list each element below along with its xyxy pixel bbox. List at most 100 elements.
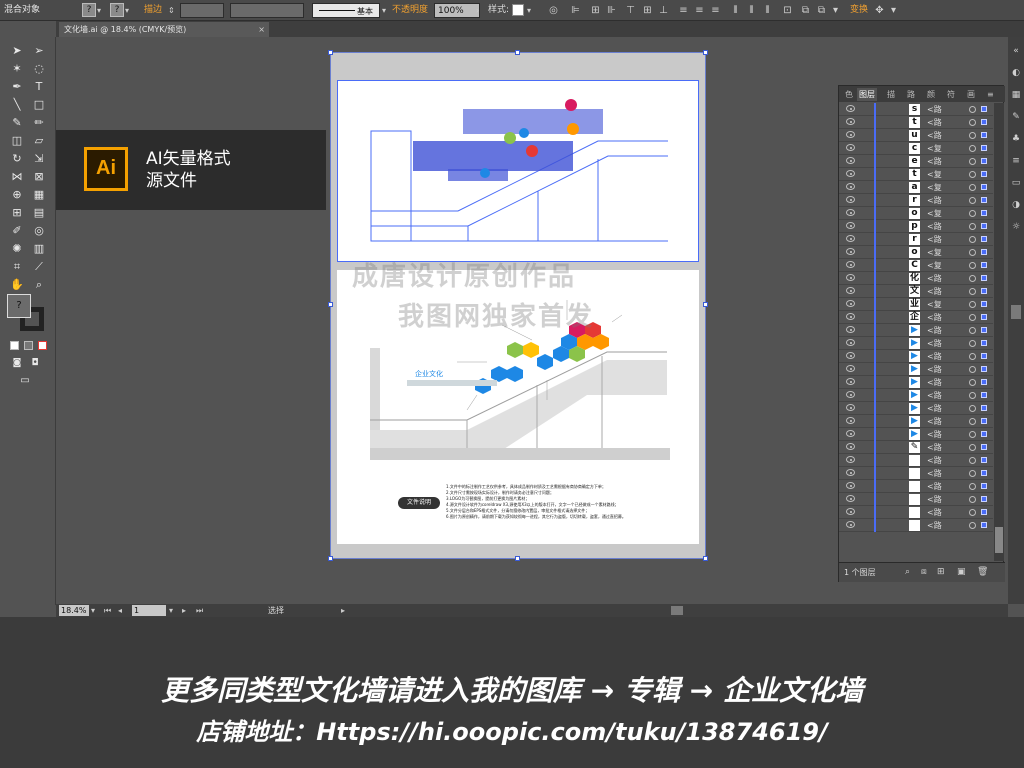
artboard-tool-icon[interactable]: ⌗ xyxy=(8,259,26,275)
layer-name[interactable]: <路 xyxy=(927,311,942,324)
layer-name[interactable]: <路 xyxy=(927,441,942,454)
align-vcenter-icon[interactable]: ⊞ xyxy=(642,3,653,18)
locate-object-icon[interactable]: ⌕ xyxy=(905,563,910,582)
layer-row[interactable]: ✎ <路 xyxy=(839,441,993,454)
free-transform-icon[interactable]: ⊠ xyxy=(30,169,48,185)
document-tab[interactable]: 文化墙.ai @ 18.4% (CMYK/预览) × xyxy=(59,22,269,37)
eraser-icon[interactable]: ▱ xyxy=(30,133,48,149)
layer-row[interactable]: ▶ <路 xyxy=(839,324,993,337)
variable-width-profile[interactable] xyxy=(230,3,304,18)
visibility-eye-icon[interactable] xyxy=(846,430,855,437)
new-sublayer-icon[interactable]: ⊞ xyxy=(937,563,945,582)
selection-indicator[interactable] xyxy=(981,301,987,307)
layer-name[interactable]: <路 xyxy=(927,506,942,519)
distribute-hcenter-icon[interactable]: ⫴ xyxy=(746,3,757,18)
scroll-thumb[interactable] xyxy=(671,606,683,615)
visibility-eye-icon[interactable] xyxy=(846,313,855,320)
selection-indicator[interactable] xyxy=(981,366,987,372)
layer-name[interactable]: <路 xyxy=(927,415,942,428)
layer-name[interactable]: <路 xyxy=(927,129,942,142)
selection-handle[interactable] xyxy=(703,302,708,307)
layer-row[interactable]: ▶ <路 xyxy=(839,337,993,350)
target-circle-icon[interactable] xyxy=(969,210,976,217)
chevron-right-icon[interactable]: › xyxy=(476,3,485,18)
selection-indicator[interactable] xyxy=(981,262,987,268)
selection-indicator[interactable] xyxy=(981,457,987,463)
visibility-eye-icon[interactable] xyxy=(846,157,855,164)
brushes-panel-icon[interactable]: ✎ xyxy=(1010,111,1022,123)
selection-indicator[interactable] xyxy=(981,431,987,437)
target-circle-icon[interactable] xyxy=(969,223,976,230)
layer-name[interactable]: <复 xyxy=(927,168,942,181)
swatches-panel-icon[interactable]: ▦ xyxy=(1010,89,1022,101)
target-circle-icon[interactable] xyxy=(969,236,976,243)
target-circle-icon[interactable] xyxy=(969,379,976,386)
target-circle-icon[interactable] xyxy=(969,392,976,399)
tab-swatches[interactable]: 颜 xyxy=(925,88,937,101)
layer-row[interactable]: u <路 xyxy=(839,129,993,142)
tab-pathfinder[interactable]: 路 xyxy=(905,88,917,101)
target-circle-icon[interactable] xyxy=(969,418,976,425)
first-artboard-icon[interactable]: ⏮ xyxy=(104,604,111,617)
color-mode-icon[interactable] xyxy=(10,341,19,350)
layer-name[interactable]: <路 xyxy=(927,116,942,129)
layer-name[interactable]: <路 xyxy=(927,376,942,389)
visibility-eye-icon[interactable] xyxy=(846,183,855,190)
chevron-down-icon[interactable]: ▾ xyxy=(91,604,95,617)
layer-row[interactable]: 企 <路 xyxy=(839,311,993,324)
target-circle-icon[interactable] xyxy=(969,483,976,490)
isolate-icon[interactable]: ✥ xyxy=(874,3,885,18)
chevron-down-icon[interactable]: ▾ xyxy=(527,3,536,18)
selection-indicator[interactable] xyxy=(981,184,987,190)
selection-indicator[interactable] xyxy=(981,483,987,489)
target-circle-icon[interactable] xyxy=(969,171,976,178)
brush-definition-dropdown[interactable]: 基本 xyxy=(312,3,380,18)
visibility-eye-icon[interactable] xyxy=(846,274,855,281)
layer-name[interactable]: <路 xyxy=(927,324,942,337)
target-circle-icon[interactable] xyxy=(969,132,976,139)
selection-indicator[interactable] xyxy=(981,288,987,294)
selection-indicator[interactable] xyxy=(981,418,987,424)
visibility-eye-icon[interactable] xyxy=(846,131,855,138)
distribute-top-icon[interactable]: ≡ xyxy=(678,3,689,18)
layer-row[interactable]: o <复 xyxy=(839,207,993,220)
type-tool-icon[interactable]: T xyxy=(30,79,48,95)
target-circle-icon[interactable] xyxy=(969,457,976,464)
layer-name[interactable]: <路 xyxy=(927,285,942,298)
visibility-eye-icon[interactable] xyxy=(846,196,855,203)
selection-indicator[interactable] xyxy=(981,379,987,385)
visibility-eye-icon[interactable] xyxy=(846,300,855,307)
target-circle-icon[interactable] xyxy=(969,106,976,113)
panel-menu-icon[interactable]: ≡ xyxy=(985,88,996,101)
align-left-icon[interactable]: ⊫ xyxy=(570,3,581,18)
visibility-eye-icon[interactable] xyxy=(846,443,855,450)
selection-indicator[interactable] xyxy=(981,392,987,398)
layer-row[interactable]: 文 <路 xyxy=(839,285,993,298)
tab-color[interactable]: 色 xyxy=(843,88,855,101)
selection-indicator[interactable] xyxy=(981,314,987,320)
selection-handle[interactable] xyxy=(328,50,333,55)
close-icon[interactable]: × xyxy=(258,22,265,37)
hand-tool-icon[interactable]: ✋ xyxy=(8,277,26,293)
appearance-panel-icon[interactable]: ☼ xyxy=(1010,221,1022,233)
layer-name[interactable]: <路 xyxy=(927,233,942,246)
layer-name[interactable]: <路 xyxy=(927,337,942,350)
layer-row[interactable]: t <路 xyxy=(839,116,993,129)
layer-name[interactable]: <路 xyxy=(927,155,942,168)
scale-tool-icon[interactable]: ⇲ xyxy=(30,151,48,167)
layer-row[interactable]: ▶ <路 xyxy=(839,363,993,376)
layer-row[interactable]: t <复 xyxy=(839,168,993,181)
artboard-number-field[interactable]: 1 xyxy=(132,605,166,616)
align-top-icon[interactable]: ⊤ xyxy=(625,3,636,18)
layer-row[interactable]: ▶ <路 xyxy=(839,350,993,363)
magic-wand-icon[interactable]: ✶ xyxy=(8,61,26,77)
target-circle-icon[interactable] xyxy=(969,158,976,165)
layer-name[interactable]: <路 xyxy=(927,220,942,233)
target-circle-icon[interactable] xyxy=(969,509,976,516)
visibility-eye-icon[interactable] xyxy=(846,287,855,294)
fill-swatch[interactable]: ? xyxy=(82,3,96,17)
layer-row[interactable]: C <复 xyxy=(839,259,993,272)
visibility-eye-icon[interactable] xyxy=(846,170,855,177)
visibility-eye-icon[interactable] xyxy=(846,248,855,255)
shape-builder-icon[interactable]: ⊕ xyxy=(8,187,26,203)
